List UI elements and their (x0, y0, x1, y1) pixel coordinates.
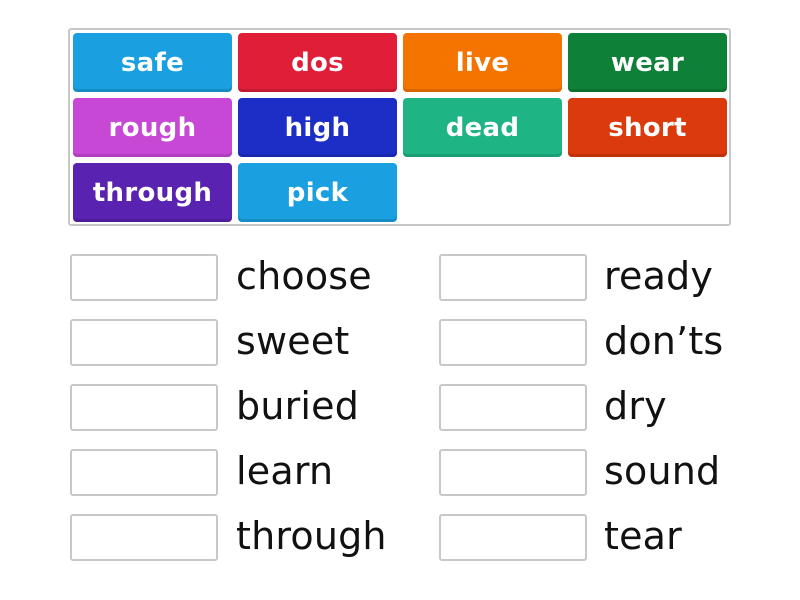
drop-slot[interactable] (70, 514, 218, 561)
tile-through[interactable]: through (73, 163, 232, 222)
tile-short[interactable]: short (568, 98, 727, 157)
drop-slot[interactable] (439, 384, 587, 431)
target-word: buried (236, 384, 360, 428)
target-word: ready (604, 254, 714, 298)
tile-safe[interactable]: safe (73, 33, 232, 92)
drop-slot[interactable] (70, 384, 218, 431)
drop-slot[interactable] (439, 449, 587, 496)
tile-live[interactable]: live (403, 33, 562, 92)
tile-pick[interactable]: pick (238, 163, 397, 222)
drop-slot[interactable] (439, 514, 587, 561)
target-word: don’ts (604, 319, 724, 363)
target-word: tear (604, 514, 682, 558)
tile-rough[interactable]: rough (73, 98, 232, 157)
target-word: through (236, 514, 387, 558)
target-word: sound (604, 449, 721, 493)
tile-wear[interactable]: wear (568, 33, 727, 92)
target-word: choose (236, 254, 372, 298)
drop-slot[interactable] (70, 254, 218, 301)
target-word: sweet (236, 319, 350, 363)
drop-slot[interactable] (439, 254, 587, 301)
drop-slot[interactable] (70, 449, 218, 496)
tile-dead[interactable]: dead (403, 98, 562, 157)
drop-slot[interactable] (70, 319, 218, 366)
tile-dos[interactable]: dos (238, 33, 397, 92)
drop-slot[interactable] (439, 319, 587, 366)
tile-high[interactable]: high (238, 98, 397, 157)
target-word: learn (236, 449, 334, 493)
target-word: dry (604, 384, 667, 428)
